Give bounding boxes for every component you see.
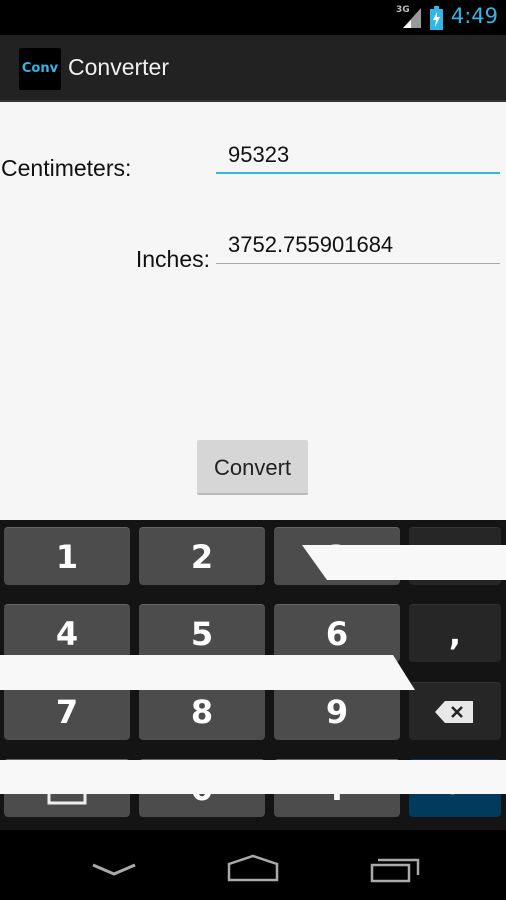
app-logo[interactable]: Conv xyxy=(19,48,61,90)
navigation-bar xyxy=(0,830,506,900)
clock: 4:49 xyxy=(450,4,498,28)
centimeters-label: Centimeters: xyxy=(1,155,132,181)
centimeters-input[interactable]: 95323 xyxy=(216,140,500,174)
back-icon[interactable] xyxy=(92,863,136,877)
inches-input[interactable]: 3752.755901684 xyxy=(216,230,500,264)
convert-button[interactable]: Convert xyxy=(197,440,308,495)
converter-form: Centimeters: 95323 Inches: 3752.75590168… xyxy=(0,102,506,520)
action-bar: Conv Converter xyxy=(0,35,506,102)
signal-icon xyxy=(403,8,421,28)
inches-label: Inches: xyxy=(135,246,210,272)
numeric-keyboard: 1 2 3 4 5 6 , 7 8 9 0 . Next xyxy=(0,520,506,830)
app-title: Converter xyxy=(68,54,169,80)
status-bar: 3G 4:49 xyxy=(0,0,506,35)
redaction-overlay xyxy=(0,545,506,794)
home-icon[interactable] xyxy=(227,854,279,882)
battery-charging-icon xyxy=(430,6,443,30)
recent-apps-icon[interactable] xyxy=(370,855,420,883)
